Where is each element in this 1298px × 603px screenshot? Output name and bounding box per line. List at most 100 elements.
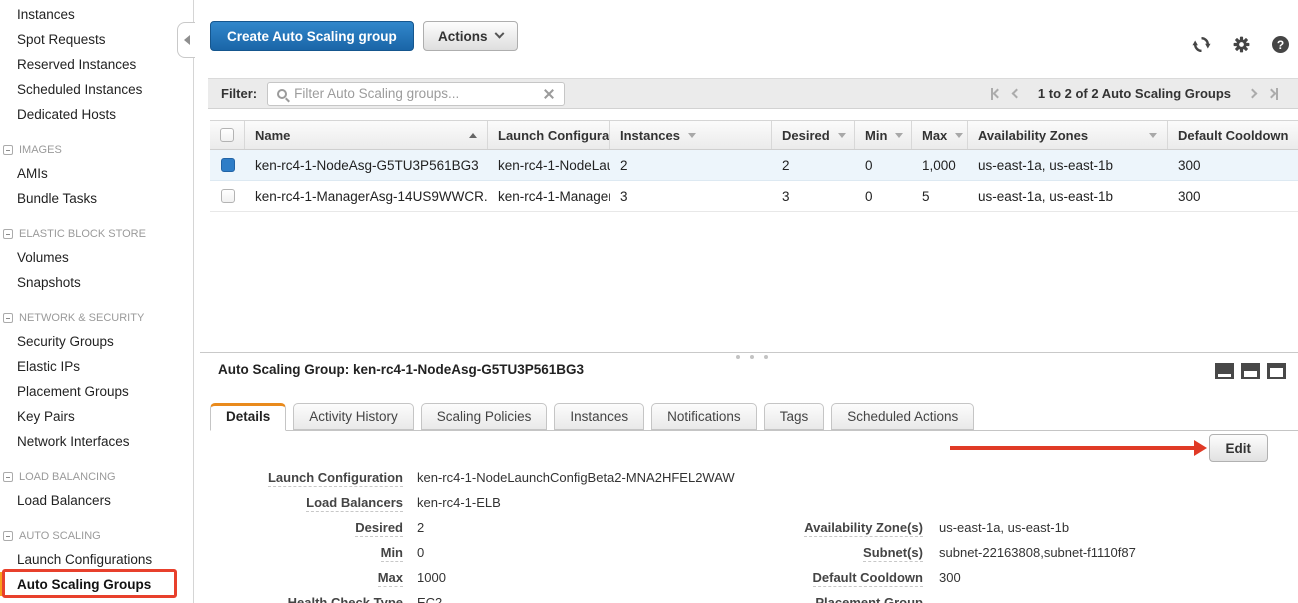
layout-bottom-pane-large-icon[interactable] bbox=[1267, 363, 1286, 379]
sidebar-item-instances[interactable]: Instances bbox=[17, 7, 75, 27]
ec2-console-page: Instances Spot Requests Reserved Instanc… bbox=[0, 0, 1298, 603]
clear-filter-icon[interactable] bbox=[543, 88, 555, 100]
field-row: Min 0 bbox=[228, 545, 735, 570]
field-row: Placement Group bbox=[773, 595, 1136, 603]
tab-scaling-policies[interactable]: Scaling Policies bbox=[421, 403, 548, 430]
help-icon[interactable]: ? bbox=[1272, 36, 1289, 53]
field-label: Desired bbox=[228, 520, 403, 537]
actions-button-label: Actions bbox=[438, 29, 488, 44]
tab-tags[interactable]: Tags bbox=[764, 403, 825, 430]
field-value: 300 bbox=[939, 570, 961, 585]
field-label: Max bbox=[228, 570, 403, 587]
sidebar-item-placement-groups[interactable]: Placement Groups bbox=[17, 384, 129, 404]
sidebar-item-key-pairs[interactable]: Key Pairs bbox=[17, 409, 75, 429]
field-label: Placement Group bbox=[773, 595, 923, 603]
drag-dot-icon bbox=[764, 355, 768, 359]
sidebar-item-auto-scaling-groups[interactable]: Auto Scaling Groups bbox=[17, 577, 151, 597]
sidebar-item-spot-requests[interactable]: Spot Requests bbox=[17, 32, 106, 52]
field-value: 0 bbox=[417, 545, 424, 560]
column-header-min[interactable]: Min bbox=[855, 121, 912, 149]
cell-max: 5 bbox=[912, 189, 968, 204]
table-row[interactable]: ken-rc4-1-ManagerAsg-14US9WWCR... ken-rc… bbox=[210, 181, 1298, 212]
row-checkbox[interactable] bbox=[210, 158, 245, 172]
sidebar-item-security-groups[interactable]: Security Groups bbox=[17, 334, 114, 354]
actions-button[interactable]: Actions bbox=[423, 21, 518, 51]
sidebar-section-images[interactable]: IMAGES bbox=[3, 144, 62, 156]
tab-details[interactable]: Details bbox=[210, 403, 286, 431]
field-value: ken-rc4-1-NodeLaunchConfigBeta2-MNA2HFEL… bbox=[417, 470, 735, 485]
row-checkbox[interactable] bbox=[210, 189, 245, 203]
tab-notifications[interactable]: Notifications bbox=[651, 403, 757, 430]
layout-bottom-pane-medium-icon[interactable] bbox=[1241, 363, 1260, 379]
sidebar-item-bundle-tasks[interactable]: Bundle Tasks bbox=[17, 191, 97, 211]
sidebar-item-load-balancers[interactable]: Load Balancers bbox=[17, 493, 111, 513]
refresh-icon[interactable] bbox=[1192, 35, 1211, 54]
sidebar: Instances Spot Requests Reserved Instanc… bbox=[0, 0, 194, 603]
sidebar-section-elastic-block-store[interactable]: ELASTIC BLOCK STORE bbox=[3, 228, 146, 240]
edit-button[interactable]: Edit bbox=[1209, 434, 1269, 462]
sidebar-item-reserved-instances[interactable]: Reserved Instances bbox=[17, 57, 136, 77]
create-auto-scaling-group-button[interactable]: Create Auto Scaling group bbox=[210, 21, 414, 51]
sidebar-item-amis[interactable]: AMIs bbox=[17, 166, 48, 186]
cell-desired: 3 bbox=[772, 189, 855, 204]
cell-default-cooldown: 300 bbox=[1168, 158, 1298, 173]
field-label: Min bbox=[228, 545, 403, 562]
field-row: Availability Zone(s) us-east-1a, us-east… bbox=[773, 520, 1136, 545]
detail-tabs: Details Activity History Scaling Policie… bbox=[210, 403, 1298, 431]
cell-name: ken-rc4-1-ManagerAsg-14US9WWCR... bbox=[245, 189, 488, 204]
sidebar-section-label: LOAD BALANCING bbox=[19, 471, 116, 483]
checkbox-icon[interactable] bbox=[221, 189, 235, 203]
sidebar-item-volumes[interactable]: Volumes bbox=[17, 250, 69, 270]
column-label: Max bbox=[922, 128, 947, 143]
tab-scheduled-actions[interactable]: Scheduled Actions bbox=[831, 403, 974, 430]
column-header-default-cooldown[interactable]: Default Cooldown bbox=[1168, 121, 1298, 149]
sidebar-collapse-handle[interactable] bbox=[177, 22, 195, 58]
sidebar-item-elastic-ips[interactable]: Elastic IPs bbox=[17, 359, 80, 379]
field-row: Load Balancers ken-rc4-1-ELB bbox=[228, 495, 735, 520]
pane-drag-handle[interactable] bbox=[736, 355, 768, 359]
column-label: Default Cooldown bbox=[1178, 128, 1289, 143]
column-label: Desired bbox=[782, 128, 830, 143]
filter-search-input[interactable] bbox=[294, 86, 536, 101]
sidebar-section-network-security[interactable]: NETWORK & SECURITY bbox=[3, 312, 144, 324]
pagination-prev-button[interactable] bbox=[1013, 90, 1020, 97]
column-header-instances[interactable]: Instances bbox=[610, 121, 772, 149]
field-row: Launch Configuration ken-rc4-1-NodeLaunc… bbox=[228, 470, 735, 495]
field-label: Health Check Type bbox=[228, 595, 403, 603]
sidebar-section-load-balancing[interactable]: LOAD BALANCING bbox=[3, 471, 116, 483]
column-header-launch-configuration[interactable]: Launch Configuration bbox=[488, 121, 610, 149]
sort-desc-icon bbox=[838, 133, 846, 138]
sidebar-item-dedicated-hosts[interactable]: Dedicated Hosts bbox=[17, 107, 116, 127]
column-label: Launch Configuration bbox=[498, 128, 610, 143]
pagination-first-button[interactable] bbox=[991, 88, 1001, 100]
pagination-next-button[interactable] bbox=[1249, 90, 1256, 97]
column-header-max[interactable]: Max bbox=[912, 121, 968, 149]
sidebar-item-network-interfaces[interactable]: Network Interfaces bbox=[17, 434, 130, 454]
tab-instances[interactable]: Instances bbox=[554, 403, 644, 430]
sidebar-item-scheduled-instances[interactable]: Scheduled Instances bbox=[17, 82, 142, 102]
cell-instances: 3 bbox=[610, 189, 772, 204]
column-header-desired[interactable]: Desired bbox=[772, 121, 855, 149]
column-header-availability-zones[interactable]: Availability Zones bbox=[968, 121, 1168, 149]
column-header-name[interactable]: Name bbox=[245, 121, 488, 149]
cell-desired: 2 bbox=[772, 158, 855, 173]
column-label: Name bbox=[255, 128, 290, 143]
toolbar-icons: ? bbox=[1192, 35, 1289, 54]
field-value: us-east-1a, us-east-1b bbox=[939, 520, 1069, 535]
collapse-icon bbox=[3, 472, 13, 482]
sort-desc-icon bbox=[955, 133, 963, 138]
tab-activity-history[interactable]: Activity History bbox=[293, 403, 414, 430]
pagination-last-button[interactable] bbox=[1268, 88, 1278, 100]
pagination-text: 1 to 2 of 2 Auto Scaling Groups bbox=[1038, 86, 1231, 101]
field-label: Launch Configuration bbox=[228, 470, 403, 487]
gear-icon[interactable] bbox=[1232, 35, 1251, 54]
sidebar-section-auto-scaling[interactable]: AUTO SCALING bbox=[3, 530, 101, 542]
layout-bottom-pane-small-icon[interactable] bbox=[1215, 363, 1234, 379]
checkbox-checked-icon[interactable] bbox=[221, 158, 235, 172]
column-label: Instances bbox=[620, 128, 680, 143]
checkbox-icon[interactable] bbox=[220, 128, 234, 142]
table-row[interactable]: ken-rc4-1-NodeAsg-G5TU3P561BG3 ken-rc4-1… bbox=[210, 150, 1298, 181]
sidebar-item-launch-configurations[interactable]: Launch Configurations bbox=[17, 552, 152, 572]
sidebar-item-snapshots[interactable]: Snapshots bbox=[17, 275, 81, 295]
select-all-checkbox[interactable] bbox=[210, 121, 245, 149]
